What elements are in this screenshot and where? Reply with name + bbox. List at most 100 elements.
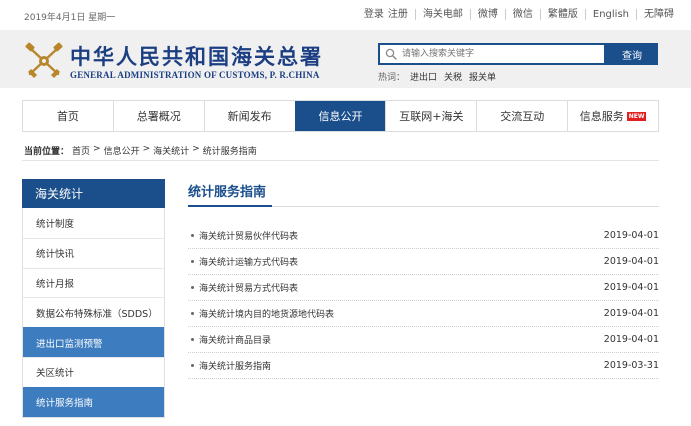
list-item-left: 海关统计运输方式代码表 (188, 255, 298, 268)
top-links: 登录 注册 海关电邮 微博 微信 繁體版 English 无障碍 (357, 9, 681, 20)
hot-word-import-export[interactable]: 进出口 (410, 70, 437, 83)
list-item-left: 海关统计服务指南 (188, 359, 271, 372)
breadcrumb: 当前位置： 首页 > 信息公开 > 海关统计 > 统计服务指南 (24, 144, 257, 157)
login-link[interactable]: 登录 (364, 9, 384, 20)
nav-item-info-disclosure[interactable]: 信息公开 (294, 101, 386, 131)
list-item-date: 2019-04-01 (603, 334, 659, 345)
breadcrumb-divider (22, 160, 659, 161)
hot-word-tariff[interactable]: 关税 (444, 70, 462, 83)
list-item[interactable]: 海关统计贸易伙伴代码表 2019-04-01 (188, 223, 659, 249)
sidebar-item-monthly-report[interactable]: 统计月报 (23, 267, 164, 298)
list-item-left: 海关统计贸易方式代码表 (188, 281, 298, 294)
sidebar-item-district-stats[interactable]: 关区统计 (23, 356, 164, 387)
register-link[interactable]: 注册 (388, 9, 408, 20)
nav-item-label: 新闻发布 (227, 110, 272, 123)
search-input[interactable] (397, 45, 604, 63)
list-item-date: 2019-04-01 (603, 282, 659, 293)
list-item-date: 2019-03-31 (603, 360, 659, 371)
list-item-title[interactable]: 海关统计境内目的地货源地代码表 (199, 307, 334, 320)
main-nav: 首页 总署概况 新闻发布 信息公开 互联网+海关 交流互动 信息服务 NEW (22, 100, 659, 132)
list-item-title[interactable]: 海关统计贸易方式代码表 (199, 281, 298, 294)
bullet-icon (191, 312, 194, 315)
list-item-title[interactable]: 海关统计运输方式代码表 (199, 255, 298, 268)
breadcrumb-label: 当前位置： (24, 147, 70, 157)
nav-item-label: 交流互动 (500, 110, 545, 123)
list-item[interactable]: 海关统计运输方式代码表 2019-04-01 (188, 249, 659, 275)
list-item-left: 海关统计商品目录 (188, 333, 271, 346)
sidebar-item-label: 统计服务指南 (36, 398, 94, 410)
sidebar-item-stats-flash[interactable]: 统计快讯 (23, 237, 164, 268)
nav-item-overview[interactable]: 总署概况 (112, 101, 204, 131)
nav-item-internet-customs[interactable]: 互联网+海关 (385, 101, 476, 131)
list-item[interactable]: 海关统计贸易方式代码表 2019-04-01 (188, 275, 659, 301)
breadcrumb-info-disclosure[interactable]: 信息公开 (104, 144, 140, 157)
page-title: 统计服务指南 (188, 179, 659, 207)
breadcrumb-current: 统计服务指南 (202, 147, 257, 157)
top-link-weibo[interactable]: 微博 (469, 9, 505, 20)
sidebar-list: 统计制度 统计快讯 统计月报 数据公布特殊标准（SDDS） 进出口监测预警 关区… (22, 208, 165, 418)
bullet-icon (191, 260, 194, 263)
customs-emblem-icon[interactable] (24, 42, 64, 80)
list-item-title[interactable]: 海关统计贸易伙伴代码表 (199, 229, 298, 242)
hot-words-label: 热词： (378, 73, 406, 83)
breadcrumb-separator: > (192, 144, 200, 154)
search-button[interactable]: 查询 (606, 43, 658, 65)
sidebar-item-service-guide[interactable]: 统计服务指南 (23, 386, 164, 417)
list-item[interactable]: 海关统计服务指南 2019-03-31 (188, 353, 659, 379)
site-title-en: GENERAL ADMINISTRATION OF CUSTOMS, P. R.… (70, 70, 320, 80)
nav-item-label: 总署概况 (136, 110, 181, 123)
breadcrumb-home[interactable]: 首页 (72, 144, 90, 157)
list-item-left: 海关统计境内目的地货源地代码表 (188, 307, 334, 320)
nav-item-home[interactable]: 首页 (22, 101, 113, 131)
sidebar-item-label: 关区统计 (36, 368, 75, 380)
list-item-date: 2019-04-01 (603, 256, 659, 267)
main-content: 统计服务指南 海关统计贸易伙伴代码表 2019-04-01 海关统计运输方式代码… (188, 179, 659, 379)
document-list: 海关统计贸易伙伴代码表 2019-04-01 海关统计运输方式代码表 2019-… (188, 223, 659, 379)
search-icon (385, 48, 397, 60)
sidebar-item-label: 数据公布特殊标准（SDDS） (36, 308, 158, 320)
site-title-cn[interactable]: 中华人民共和国海关总署 (70, 41, 323, 71)
nav-item-label: 首页 (56, 110, 79, 123)
nav-item-info-service[interactable]: 信息服务 NEW (567, 101, 658, 131)
sidebar-title: 海关统计 (22, 179, 165, 208)
breadcrumb-separator: > (93, 144, 101, 154)
top-link-accessibility[interactable]: 无障碍 (636, 9, 681, 20)
list-item-date: 2019-04-01 (603, 308, 659, 319)
sidebar-item-stats-system[interactable]: 统计制度 (23, 208, 164, 238)
list-item[interactable]: 海关统计境内目的地货源地代码表 2019-04-01 (188, 301, 659, 327)
top-bar: 2019年4月1日 星期一 登录 注册 海关电邮 微博 微信 繁體版 Engli… (0, 0, 691, 30)
sidebar-item-label: 统计快讯 (36, 249, 75, 261)
site-header: 中华人民共和国海关总署 GENERAL ADMINISTRATION OF CU… (0, 30, 691, 88)
nav-item-news[interactable]: 新闻发布 (203, 101, 295, 131)
current-date: 2019年4月1日 星期一 (24, 13, 116, 23)
list-item-date: 2019-04-01 (603, 230, 659, 241)
breadcrumb-customs-stats[interactable]: 海关统计 (153, 144, 189, 157)
sidebar: 海关统计 统计制度 统计快讯 统计月报 数据公布特殊标准（SDDS） 进出口监测… (22, 179, 165, 418)
breadcrumb-separator: > (142, 144, 151, 154)
list-item-left: 海关统计贸易伙伴代码表 (188, 229, 298, 242)
sidebar-item-label: 统计制度 (36, 218, 75, 230)
top-link-wechat[interactable]: 微信 (504, 9, 540, 20)
nav-item-label: 信息服务 (579, 110, 624, 123)
nav-item-label: 信息公开 (318, 110, 363, 123)
list-item-title[interactable]: 海关统计商品目录 (199, 333, 271, 346)
search-box (378, 43, 606, 65)
list-item[interactable]: 海关统计商品目录 2019-04-01 (188, 327, 659, 353)
sidebar-item-label: 进出口监测预警 (36, 338, 103, 350)
hot-words: 热词： 进出口 关税 报关单 (378, 70, 496, 83)
sidebar-item-sdds[interactable]: 数据公布特殊标准（SDDS） (23, 297, 164, 328)
sidebar-item-label: 统计月报 (36, 278, 75, 290)
top-link-email[interactable]: 海关电邮 (414, 9, 470, 20)
nav-item-interaction[interactable]: 交流互动 (476, 101, 567, 131)
sidebar-item-monitoring[interactable]: 进出口监测预警 (23, 327, 164, 357)
bullet-icon (191, 286, 194, 289)
bullet-icon (191, 338, 194, 341)
list-item-title[interactable]: 海关统计服务指南 (199, 359, 271, 372)
new-badge: NEW (626, 111, 647, 121)
bullet-icon (191, 234, 194, 237)
bullet-icon (191, 364, 194, 367)
top-link-traditional[interactable]: 繁體版 (539, 9, 585, 20)
top-link-english[interactable]: English (584, 9, 636, 20)
auth-links: 登录 注册 (357, 9, 415, 20)
hot-word-declaration[interactable]: 报关单 (469, 70, 496, 83)
